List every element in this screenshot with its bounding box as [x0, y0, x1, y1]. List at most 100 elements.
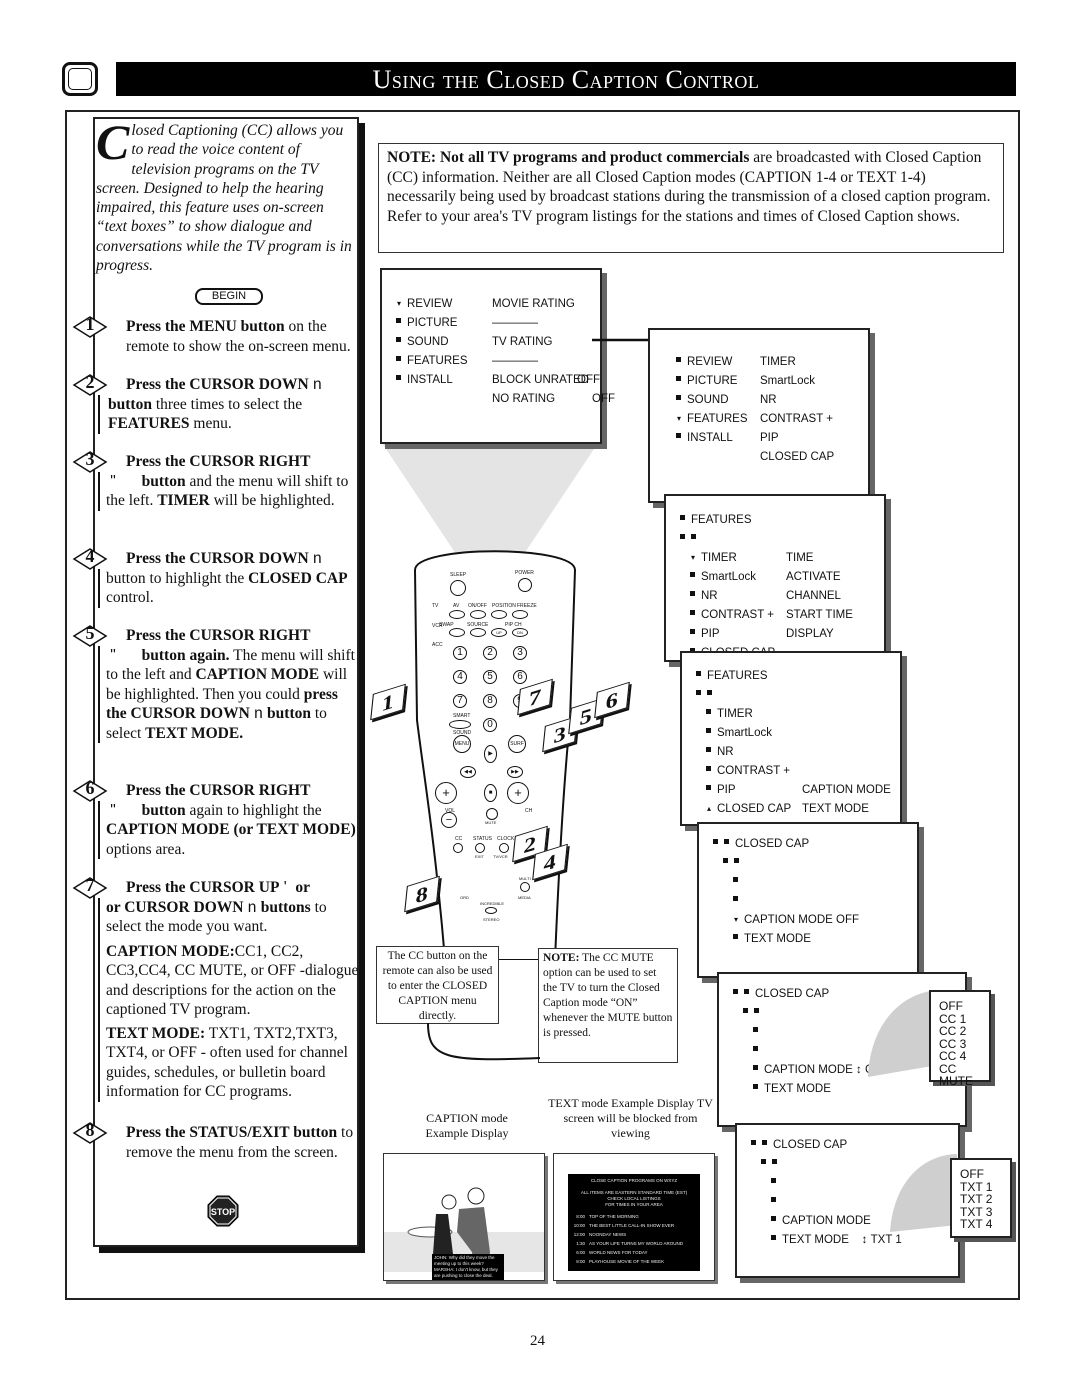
- menu-label: CONTRAST +: [717, 765, 790, 777]
- cc-button-callout: The CC button on the remote can also be …: [376, 946, 499, 1024]
- menu-item-install: INSTALL: [396, 374, 453, 386]
- step-number-badge: 8: [72, 1120, 108, 1144]
- ch-up-button[interactable]: +: [507, 782, 529, 804]
- position-button[interactable]: [491, 610, 507, 619]
- menu-label: CLOSED CAP: [760, 451, 835, 463]
- step-number-badge: 7: [72, 875, 108, 899]
- cursor-up-button[interactable]: ▶: [484, 745, 497, 763]
- vol-up-button[interactable]: +: [435, 782, 457, 804]
- pip-up-button[interactable]: UP: [491, 628, 507, 637]
- text-example-display: CLOSE CAPTION PROGRAMS ON WXYZ ALL ITEMS …: [553, 1153, 715, 1281]
- menu-label: ————: [492, 317, 538, 329]
- cursor-down-button[interactable]: ■: [484, 784, 497, 802]
- menu-label: CHANNEL: [786, 590, 841, 602]
- power-button[interactable]: [518, 578, 532, 592]
- bullet-icon: [706, 709, 711, 714]
- menu-item-features: ▾ FEATURES: [676, 413, 748, 425]
- menu-label: PICTURE: [687, 375, 738, 387]
- caption-option[interactable]: OFF: [939, 1000, 985, 1013]
- step-6: 6 Press the CURSOR RIGHT " button again …: [72, 778, 360, 859]
- incredible-stereo-button[interactable]: [485, 907, 497, 914]
- bullet-icon: [707, 690, 712, 695]
- sleep-button[interactable]: [450, 580, 466, 596]
- bullet-icon: [706, 766, 711, 771]
- menu-label: REVIEW: [407, 298, 453, 310]
- menu-screen-features: FEATURES▾TIMERSmartLockNRCONTRAST +PIPCL…: [664, 494, 886, 662]
- cursor-left-button[interactable]: ◀◀: [460, 766, 476, 778]
- submenu-option: TEXT MODE: [802, 803, 869, 815]
- status-label: STATUS: [473, 836, 492, 842]
- digit-6-button[interactable]: 6: [513, 670, 527, 684]
- mute-label: MUTE: [485, 820, 497, 825]
- clock-button[interactable]: [499, 843, 509, 853]
- bullet-icon: [706, 747, 711, 752]
- menu-label: TIMER: [701, 552, 737, 564]
- smart-label: SMART: [453, 713, 471, 719]
- onoff-button[interactable]: [470, 610, 486, 619]
- power-label: POWER: [515, 570, 534, 576]
- cursor-arrow-icon: ▾: [733, 915, 738, 924]
- menu-button[interactable]: MENU: [453, 735, 471, 753]
- digit-8-button[interactable]: 8: [483, 694, 497, 708]
- smart-sound-button[interactable]: [449, 720, 471, 729]
- freeze-button[interactable]: [512, 610, 528, 619]
- media-label: MEDIA: [518, 895, 531, 900]
- digit-5-button[interactable]: 5: [483, 670, 497, 684]
- digit-0-button[interactable]: 0: [483, 718, 497, 732]
- menu-label: CAPTION MODE: [782, 1215, 871, 1227]
- caption-option[interactable]: CC 2: [939, 1025, 985, 1038]
- bullet-icon: [771, 1235, 776, 1240]
- bullet-icon: [696, 671, 701, 676]
- digit-4-button[interactable]: 4: [453, 670, 467, 684]
- digit-3-button[interactable]: 3: [513, 646, 527, 660]
- menu-label: TIMER: [760, 356, 796, 368]
- menu-item-text-mode: TEXT MODE ↕ TXT 1: [771, 1234, 902, 1246]
- text-option[interactable]: TXT 4: [960, 1218, 1006, 1231]
- menu-spacer: [771, 1177, 782, 1189]
- text-option[interactable]: OFF: [960, 1168, 1006, 1181]
- menu-label: PIP: [760, 432, 779, 444]
- listing-row: 12:00 NOONDAY NEWS: [573, 1232, 627, 1237]
- caption-option[interactable]: CC MUTE: [939, 1062, 985, 1088]
- clock-label: CLOCK: [497, 836, 515, 842]
- text-example-label: TEXT mode Example Display TV screen will…: [548, 1096, 713, 1140]
- cc-button[interactable]: [453, 843, 463, 853]
- multimedia-button[interactable]: [520, 882, 530, 892]
- step-7: 7 Press the CURSOR UP ' or or CURSOR DOW…: [72, 875, 360, 1102]
- bullet-icon: [676, 395, 681, 400]
- bullet-icon: [696, 690, 701, 695]
- menu-screen-caption-mode: CLOSED CAP ▾ CAPTION MODE OFF TEXT MODE: [697, 822, 919, 978]
- caption-option[interactable]: CC 4: [939, 1050, 985, 1063]
- listing-row: 8:00 TOP OF THE MORNING: [576, 1214, 639, 1219]
- tv-vcr-label: TV/VCR: [493, 854, 508, 859]
- av-button[interactable]: [449, 610, 465, 619]
- menu-item: SmartLock: [706, 727, 772, 739]
- status-exit-button[interactable]: [475, 843, 485, 853]
- text-option[interactable]: TXT 2: [960, 1193, 1006, 1206]
- bullet-icon: [762, 1140, 767, 1145]
- digit-2-button[interactable]: 2: [483, 646, 497, 660]
- submenu-option: NR: [760, 394, 777, 406]
- menu-spacer: [771, 1196, 782, 1208]
- surf-button[interactable]: SURF: [508, 735, 526, 753]
- submenu-option: PIP: [760, 432, 779, 444]
- digit-1-button[interactable]: 1: [453, 646, 467, 660]
- menu-spacer: [733, 876, 744, 888]
- pip-dn-button[interactable]: DN: [512, 628, 528, 637]
- menu-label: TV RATING: [492, 336, 553, 348]
- sleep-label: SLEEP: [450, 572, 467, 578]
- bullet-icon: [733, 989, 738, 994]
- vol-down-button[interactable]: −: [441, 812, 457, 828]
- source-button[interactable]: [470, 628, 486, 637]
- position-label: POSITION: [492, 603, 516, 609]
- menu-spacer: [753, 1026, 764, 1038]
- swap-button[interactable]: [449, 628, 465, 637]
- submenu-option: TIME: [786, 552, 813, 564]
- digit-7-button[interactable]: 7: [453, 694, 467, 708]
- menu-item: CONTRAST +: [690, 609, 774, 621]
- menu-item: NR: [706, 746, 734, 758]
- cursor-right-button[interactable]: ▶▶: [507, 766, 523, 778]
- menu-breadcrumb-markers: [696, 689, 718, 701]
- mute-button[interactable]: [486, 808, 498, 820]
- menu-label: DISPLAY: [786, 628, 834, 640]
